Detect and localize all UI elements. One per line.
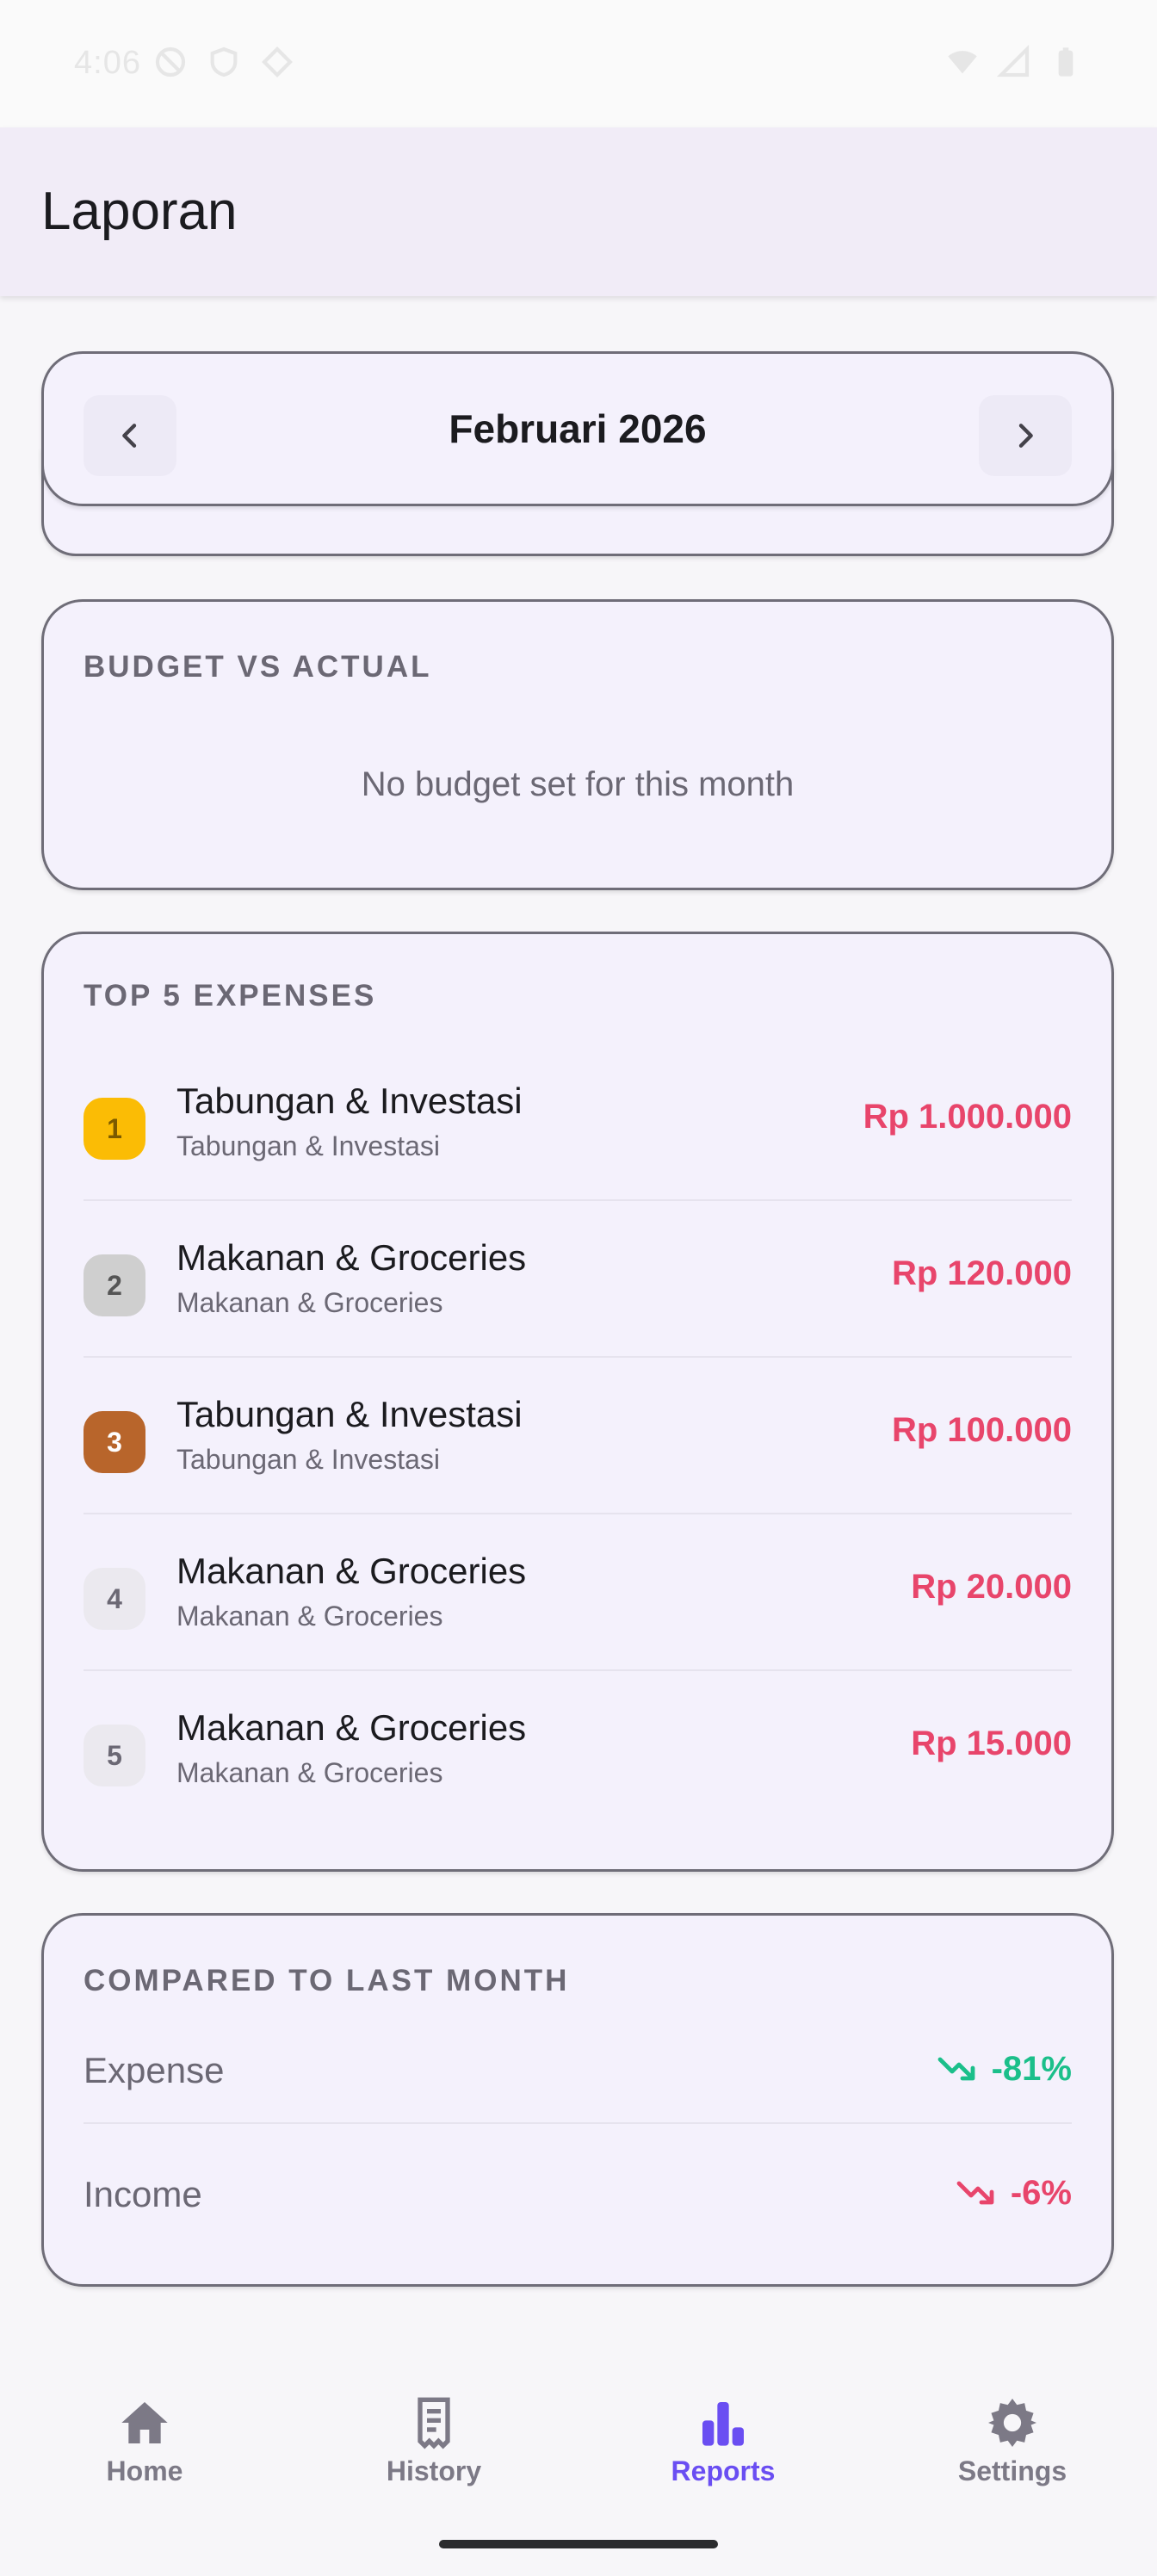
expense-title: Tabungan & Investasi xyxy=(176,1394,523,1434)
divider xyxy=(84,2122,1072,2124)
expense-subtitle: Makanan & Groceries xyxy=(176,1601,443,1632)
chevron-right-icon xyxy=(1018,424,1033,448)
rank-badge: 4 xyxy=(84,1568,145,1630)
expense-amount: Rp 120.000 xyxy=(891,1254,1072,1292)
wifi-icon xyxy=(948,51,977,74)
prev-month-button[interactable] xyxy=(84,395,176,476)
budget-card: BUDGET VS ACTUAL No budget set for this … xyxy=(41,599,1114,890)
top-expenses-title: TOP 5 EXPENSES xyxy=(84,979,377,1012)
page-title: Laporan xyxy=(41,182,238,241)
expense-amount: Rp 1.000.000 xyxy=(863,1098,1072,1136)
status-bar: 4:06 xyxy=(0,0,1157,127)
app-bar: Laporan xyxy=(0,127,1157,296)
chevron-left-icon xyxy=(122,424,137,448)
expense-amount: Rp 15.000 xyxy=(911,1725,1072,1762)
nav-settings[interactable]: Settings xyxy=(926,2395,1098,2487)
expense-title: Makanan & Groceries xyxy=(176,1237,527,1278)
status-time: 4:06 xyxy=(74,45,141,81)
expense-subtitle: Tabungan & Investasi xyxy=(176,1130,440,1161)
expense-row[interactable]: 3 Tabungan & Investasi Tabungan & Invest… xyxy=(84,1358,1072,1514)
expense-subtitle: Makanan & Groceries xyxy=(176,1287,443,1318)
comparison-value: -6% xyxy=(956,2174,1072,2213)
home-icon xyxy=(121,2402,168,2443)
comparison-card: COMPARED TO LAST MONTH Expense -81% Inco… xyxy=(41,1913,1114,2287)
top-expenses-card: TOP 5 EXPENSES 1 Tabungan & Investasi Ta… xyxy=(41,932,1114,1872)
signal-icon xyxy=(997,45,1030,77)
expense-title: Tabungan & Investasi xyxy=(176,1081,523,1121)
comparison-percent: -81% xyxy=(991,2050,1072,2088)
budget-title: BUDGET VS ACTUAL xyxy=(84,650,432,684)
shield-icon xyxy=(210,46,238,77)
comparison-title: COMPARED TO LAST MONTH xyxy=(84,1964,570,1997)
home-indicator xyxy=(439,2540,718,2548)
nav-reports[interactable]: Reports xyxy=(637,2395,809,2487)
comparison-row-expense: Expense -81% xyxy=(84,2021,1072,2124)
trending-down-icon xyxy=(937,2057,975,2080)
expense-title: Makanan & Groceries xyxy=(176,1551,527,1591)
diamond-icon xyxy=(262,46,293,77)
trending-down-icon xyxy=(956,2181,994,2204)
month-label: Februari 2026 xyxy=(449,406,707,451)
expense-row[interactable]: 4 Makanan & Groceries Makanan & Grocerie… xyxy=(84,1514,1072,1671)
expense-subtitle: Tabungan & Investasi xyxy=(176,1444,440,1475)
nav-label: History xyxy=(386,2455,482,2486)
expense-row[interactable]: 5 Makanan & Groceries Makanan & Grocerie… xyxy=(84,1671,1072,1828)
nav-history[interactable]: History xyxy=(348,2395,520,2487)
battery-icon xyxy=(1058,47,1073,77)
expense-title: Makanan & Groceries xyxy=(176,1707,527,1748)
rank-badge: 1 xyxy=(84,1098,145,1160)
status-icons-left xyxy=(153,45,294,79)
nav-home[interactable]: Home xyxy=(59,2395,231,2487)
comparison-label: Expense xyxy=(84,2050,225,2090)
comparison-label: Income xyxy=(84,2174,202,2214)
receipt-icon xyxy=(418,2397,450,2449)
gear-icon xyxy=(988,2399,1036,2447)
comparison-row-income: Income -6% xyxy=(84,2145,1072,2248)
rank-badge: 3 xyxy=(84,1411,145,1473)
month-selector: Februari 2026 xyxy=(41,351,1114,506)
comparison-percent: -6% xyxy=(1010,2174,1072,2212)
rank-badge: 5 xyxy=(84,1725,145,1786)
comparison-value: -81% xyxy=(937,2050,1072,2089)
budget-empty-text: No budget set for this month xyxy=(361,765,795,803)
rank-badge: 2 xyxy=(84,1254,145,1316)
nav-label: Reports xyxy=(671,2455,776,2486)
nav-label: Settings xyxy=(957,2455,1067,2486)
expense-row[interactable]: 1 Tabungan & Investasi Tabungan & Invest… xyxy=(84,1044,1072,1201)
nav-label: Home xyxy=(106,2455,183,2486)
next-month-button[interactable] xyxy=(979,395,1072,476)
status-icons-right xyxy=(945,45,1083,79)
expense-amount: Rp 20.000 xyxy=(911,1568,1072,1606)
expense-amount: Rp 100.000 xyxy=(891,1411,1072,1449)
expense-subtitle: Makanan & Groceries xyxy=(176,1757,443,1788)
expense-row[interactable]: 2 Makanan & Groceries Makanan & Grocerie… xyxy=(84,1201,1072,1358)
dnd-icon xyxy=(155,46,186,77)
bar-chart-icon xyxy=(702,2402,744,2446)
